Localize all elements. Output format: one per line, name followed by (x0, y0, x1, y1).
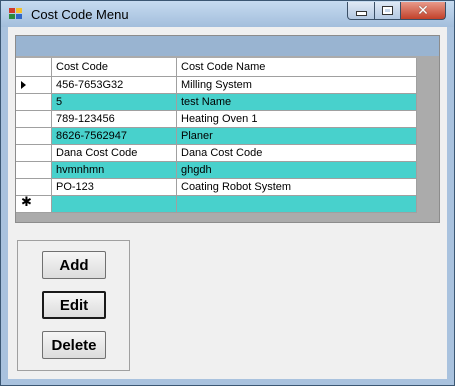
row-header[interactable] (16, 179, 52, 196)
add-button[interactable]: Add (42, 251, 106, 279)
row-header[interactable] (16, 111, 52, 128)
cost-code-grid[interactable]: Cost Code Cost Code Name 456-7653G32 Mil… (15, 35, 440, 223)
cost-code-name-cell[interactable]: Planer (177, 128, 417, 145)
cost-code-cell[interactable]: 789-123456 (52, 111, 177, 128)
delete-button[interactable]: Delete (42, 331, 106, 359)
new-row-asterisk-icon: ✱ (21, 196, 32, 210)
column-header-cost-code[interactable]: Cost Code (52, 58, 177, 77)
edit-button[interactable]: Edit (42, 291, 106, 319)
actions-groupbox: Add Edit Delete (17, 240, 130, 371)
row-header[interactable] (16, 94, 52, 111)
cost-code-cell[interactable] (52, 196, 177, 213)
row-header[interactable] (16, 145, 52, 162)
column-header-cost-code-name[interactable]: Cost Code Name (177, 58, 417, 77)
row-header[interactable]: ✱ (16, 196, 52, 213)
cost-code-cell[interactable]: 8626-7562947 (52, 128, 177, 145)
row-header[interactable] (16, 162, 52, 179)
cost-code-name-cell[interactable]: Coating Robot System (177, 179, 417, 196)
window-title: Cost Code Menu (31, 7, 129, 22)
cost-code-name-cell[interactable]: test Name (177, 94, 417, 111)
cost-code-cell[interactable]: hvmnhmn (52, 162, 177, 179)
maximize-icon (382, 6, 393, 15)
current-row-arrow-icon (21, 81, 26, 89)
grid-caption-bar (16, 36, 439, 56)
main-window: Cost Code Menu ✕ Cost Code Cost Code Nam… (0, 0, 455, 386)
cost-code-name-cell[interactable]: Heating Oven 1 (177, 111, 417, 128)
row-header[interactable] (16, 128, 52, 145)
row-header[interactable] (16, 77, 52, 94)
minimize-button[interactable] (347, 2, 375, 20)
cost-code-cell[interactable]: Dana Cost Code (52, 145, 177, 162)
close-button[interactable]: ✕ (400, 2, 446, 20)
cost-code-cell[interactable]: 456-7653G32 (52, 77, 177, 94)
minimize-icon (355, 11, 367, 16)
cost-code-cell[interactable]: PO-123 (52, 179, 177, 196)
cost-code-name-cell[interactable]: Milling System (177, 77, 417, 94)
close-icon: ✕ (417, 2, 429, 19)
cost-code-cell[interactable]: 5 (52, 94, 177, 111)
app-icon (9, 8, 23, 20)
title-bar[interactable]: Cost Code Menu ✕ (1, 1, 454, 27)
row-header-corner (16, 58, 52, 77)
maximize-button[interactable] (374, 2, 401, 20)
cost-code-name-cell[interactable]: Dana Cost Code (177, 145, 417, 162)
cost-code-name-cell[interactable] (177, 196, 417, 213)
form-body: Cost Code Cost Code Name 456-7653G32 Mil… (8, 27, 447, 379)
cost-code-name-cell[interactable]: ghgdh (177, 162, 417, 179)
